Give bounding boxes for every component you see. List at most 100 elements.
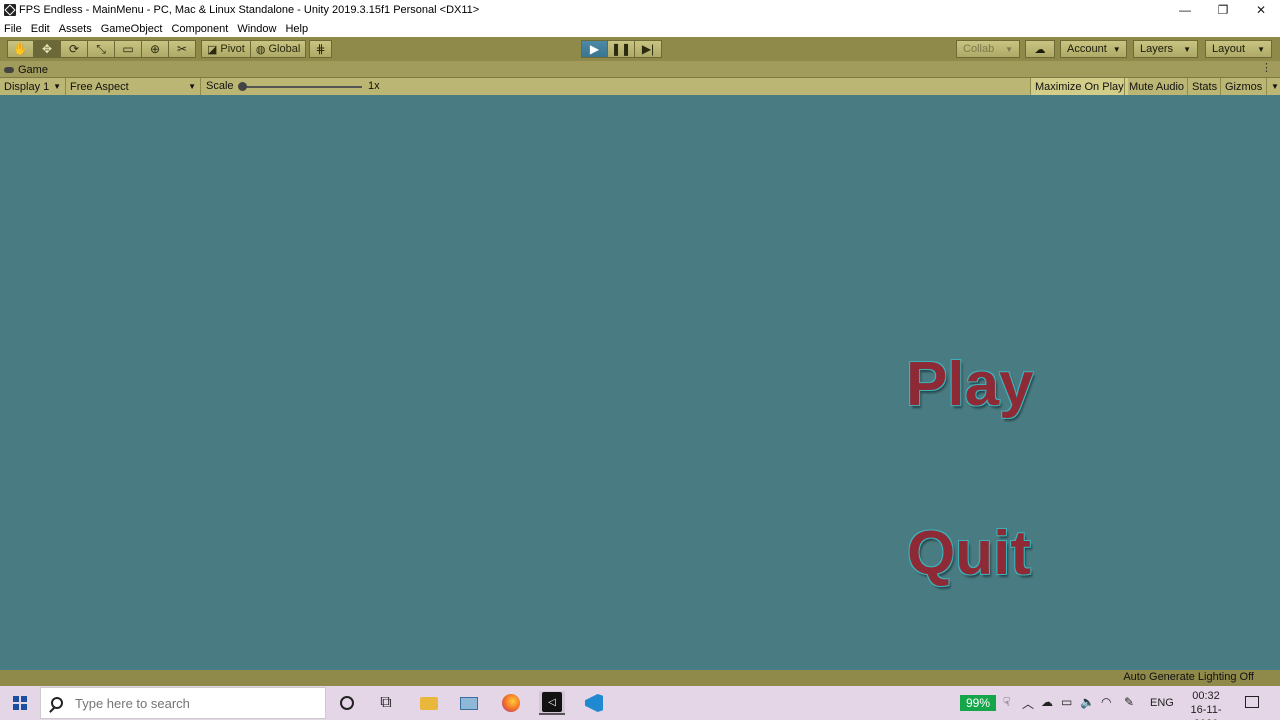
gamepad-icon <box>4 67 14 73</box>
task-view-icon[interactable]: ⧉ <box>373 691 399 715</box>
main-toolbar: ✋ ✥ ⟳ ⤡ ▭ ⊕ ✂ ◪ Pivot ◍ Global ⋕ ▶ ❚❚ ▶|… <box>0 37 1280 61</box>
windows-logo-icon <box>13 696 27 710</box>
photos-icon[interactable] <box>456 691 482 715</box>
chevron-up-icon[interactable]: ︿ <box>1022 695 1034 712</box>
status-text: Auto Generate Lighting Off <box>1123 671 1254 683</box>
stats-toggle[interactable]: Stats <box>1187 78 1221 95</box>
pen-icon[interactable]: ✎ <box>1124 695 1134 709</box>
hand-tool-icon[interactable]: ✋ <box>7 40 34 58</box>
pause-button[interactable]: ❚❚ <box>608 40 635 58</box>
layout-dropdown[interactable]: Layout ▼ <box>1205 40 1272 58</box>
chevron-down-icon: ▼ <box>188 82 196 91</box>
mute-audio-toggle[interactable]: Mute Audio <box>1124 78 1188 95</box>
start-button[interactable] <box>0 686 40 720</box>
move-tool-icon[interactable]: ✥ <box>34 40 61 58</box>
clock-date: 16-11-2020 <box>1190 704 1222 720</box>
rect-tool-icon[interactable]: ▭ <box>115 40 142 58</box>
scale-slider-track[interactable] <box>240 86 362 88</box>
gizmos-dropdown-icon[interactable]: ▼ <box>1266 78 1280 95</box>
custom-tool-icon[interactable]: ✂ <box>169 40 196 58</box>
quit-menu-button[interactable]: Quit <box>907 518 1031 589</box>
windows-taskbar: ⧉ ◁ 99% ☟ ︿ ☁ ▭ 🔈 ◠ ✎ ENG 00:32 16-11-20… <box>0 686 1280 720</box>
aspect-label: Free Aspect <box>70 80 129 93</box>
snap-group: ⋕ <box>309 40 332 58</box>
layers-label: Layers <box>1140 43 1174 55</box>
layout-label: Layout <box>1212 43 1246 55</box>
menu-gameobject[interactable]: GameObject <box>101 23 163 35</box>
language-indicator[interactable]: ENG <box>1150 697 1174 709</box>
unity-app-icon <box>4 4 16 16</box>
tab-game-label: Game <box>18 64 48 76</box>
display-dropdown[interactable]: Display 1 ▼ <box>0 78 66 95</box>
scale-tool-icon[interactable]: ⤡ <box>88 40 115 58</box>
battery-icon[interactable]: ▭ <box>1061 695 1072 709</box>
cortana-icon[interactable] <box>334 691 360 715</box>
chevron-down-icon: ▼ <box>1112 44 1121 54</box>
close-button[interactable]: ✕ <box>1242 0 1280 20</box>
maximize-on-play-toggle[interactable]: Maximize On Play <box>1030 78 1128 95</box>
chevron-down-icon: ▼ <box>1183 44 1191 54</box>
transform-tool-icon[interactable]: ⊕ <box>142 40 169 58</box>
touch-icon[interactable]: ☟ <box>1003 695 1010 709</box>
play-menu-button[interactable]: Play <box>906 349 1034 420</box>
tab-menu-icon[interactable]: ⋮ <box>1261 61 1272 74</box>
account-dropdown[interactable]: Account ▼ <box>1060 40 1127 58</box>
scale-value: 1x <box>368 80 380 92</box>
cloud-icon: ☁ <box>1034 43 1046 56</box>
global-button[interactable]: ◍ Global <box>250 40 307 58</box>
vscode-icon[interactable] <box>581 691 607 715</box>
globe-icon: ◍ <box>255 43 266 56</box>
restore-button[interactable]: ❐ <box>1204 0 1242 20</box>
scale-slider-handle[interactable] <box>238 82 247 91</box>
wifi-icon[interactable]: ◠ <box>1101 695 1111 709</box>
menu-bar: File Edit Assets GameObject Component Wi… <box>0 20 1280 37</box>
menu-edit[interactable]: Edit <box>31 23 50 35</box>
taskbar-search[interactable] <box>40 687 326 719</box>
global-label: Global <box>268 43 301 55</box>
chevron-down-icon: ▼ <box>1257 44 1265 54</box>
gizmos-toggle[interactable]: Gizmos <box>1220 78 1266 95</box>
play-button[interactable]: ▶ <box>581 40 608 58</box>
account-label: Account <box>1067 43 1107 55</box>
game-tab-strip: Game ⋮ <box>0 61 1280 78</box>
pivot-group: ◪ Pivot ◍ Global <box>201 40 307 58</box>
search-input[interactable] <box>75 695 315 711</box>
volume-icon[interactable]: 🔈 <box>1080 695 1095 709</box>
playmode-controls: ▶ ❚❚ ▶| <box>581 40 662 58</box>
snap-grid-icon[interactable]: ⋕ <box>309 40 332 58</box>
transform-tools: ✋ ✥ ⟳ ⤡ ▭ ⊕ ✂ <box>7 40 196 58</box>
menu-component[interactable]: Component <box>171 23 228 35</box>
menu-window[interactable]: Window <box>237 23 276 35</box>
file-explorer-icon[interactable] <box>416 691 442 715</box>
step-button[interactable]: ▶| <box>635 40 662 58</box>
menu-help[interactable]: Help <box>285 23 308 35</box>
title-bar: FPS Endless - MainMenu - PC, Mac & Linux… <box>0 0 1280 20</box>
menu-assets[interactable]: Assets <box>59 23 92 35</box>
collab-label: Collab <box>963 43 995 55</box>
taskbar-clock[interactable]: 00:32 16-11-2020 <box>1180 689 1232 720</box>
chevron-down-icon: ▼ <box>53 82 61 91</box>
onedrive-icon[interactable]: ☁ <box>1041 695 1053 709</box>
window-title: FPS Endless - MainMenu - PC, Mac & Linux… <box>19 4 480 16</box>
tab-game[interactable]: Game <box>4 62 48 78</box>
display-label: Display 1 <box>4 80 50 93</box>
notification-icon[interactable] <box>1245 696 1259 708</box>
pivot-button[interactable]: ◪ Pivot <box>201 40 251 58</box>
menu-file[interactable]: File <box>4 23 22 35</box>
firefox-icon[interactable] <box>498 691 524 715</box>
game-viewport[interactable]: Play Quit <box>0 95 1280 670</box>
window-controls: — ❐ ✕ <box>1166 0 1280 20</box>
battery-indicator[interactable]: 99% <box>960 695 996 711</box>
cloud-button[interactable]: ☁ <box>1025 40 1055 58</box>
status-bar: Auto Generate Lighting Off <box>0 670 1280 686</box>
minimize-button[interactable]: — <box>1166 0 1204 20</box>
game-view-toolbar: Display 1 ▼ Free Aspect ▼ Scale 1x Maxim… <box>0 78 1280 95</box>
rotate-tool-icon[interactable]: ⟳ <box>61 40 88 58</box>
search-icon <box>51 697 63 709</box>
chevron-down-icon: ▼ <box>1005 44 1013 54</box>
pivot-icon: ◪ <box>207 43 218 56</box>
collab-button[interactable]: Collab ▼ <box>956 40 1020 58</box>
aspect-dropdown[interactable]: Free Aspect ▼ <box>66 78 201 95</box>
unity-taskbar-icon[interactable]: ◁ <box>539 691 565 715</box>
layers-dropdown[interactable]: Layers ▼ <box>1133 40 1198 58</box>
